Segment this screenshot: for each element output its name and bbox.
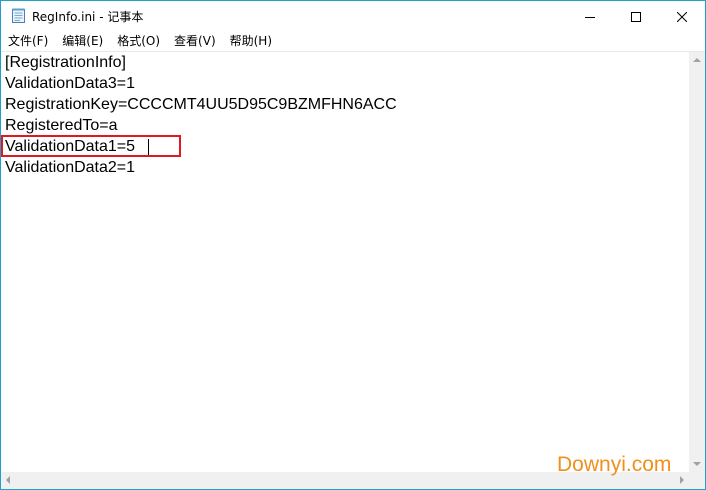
editor-line: ValidationData3=1 xyxy=(5,75,136,92)
maximize-icon xyxy=(631,7,641,26)
scroll-left-icon[interactable] xyxy=(6,476,10,484)
editor-line: RegisteredTo=a xyxy=(5,117,118,134)
minimize-button[interactable] xyxy=(567,1,613,31)
vertical-scrollbar[interactable] xyxy=(689,52,705,472)
window-title: RegInfo.ini - 记事本 xyxy=(32,10,144,24)
notepad-icon xyxy=(12,8,25,23)
title-bar[interactable]: RegInfo.ini - 记事本 xyxy=(1,1,705,31)
maximize-button[interactable] xyxy=(613,1,659,31)
menu-bar: 文件(F) 编辑(E) 格式(O) 查看(V) 帮助(H) xyxy=(1,31,705,52)
editor-line: ValidationData2=1 xyxy=(5,159,136,176)
menu-file[interactable]: 文件(F) xyxy=(1,31,55,51)
highlight-box xyxy=(1,135,181,157)
scroll-down-icon[interactable] xyxy=(693,462,701,466)
notepad-window: RegInfo.ini - 记事本 文件(F) 编辑(E) 格式(O) 查看(V… xyxy=(0,0,706,490)
close-button[interactable] xyxy=(659,1,705,31)
menu-help[interactable]: 帮助(H) xyxy=(223,31,279,51)
text-editor[interactable]: [RegistrationInfo] ValidationData3=1 Reg… xyxy=(1,52,689,462)
scrollbar-corner xyxy=(689,472,705,489)
close-icon xyxy=(676,7,688,26)
editor-line: [RegistrationInfo] xyxy=(5,54,126,71)
menu-edit[interactable]: 编辑(E) xyxy=(55,31,110,51)
scroll-right-icon[interactable] xyxy=(680,476,684,484)
minimize-icon xyxy=(585,7,595,26)
menu-view[interactable]: 查看(V) xyxy=(167,31,223,51)
menu-format[interactable]: 格式(O) xyxy=(110,31,167,51)
scroll-up-icon[interactable] xyxy=(693,58,701,62)
watermark-text: Downyi.com xyxy=(557,453,672,476)
editor-line: RegistrationKey=CCCCMT4UU5D95C9BZMFHN6AC… xyxy=(5,96,397,113)
